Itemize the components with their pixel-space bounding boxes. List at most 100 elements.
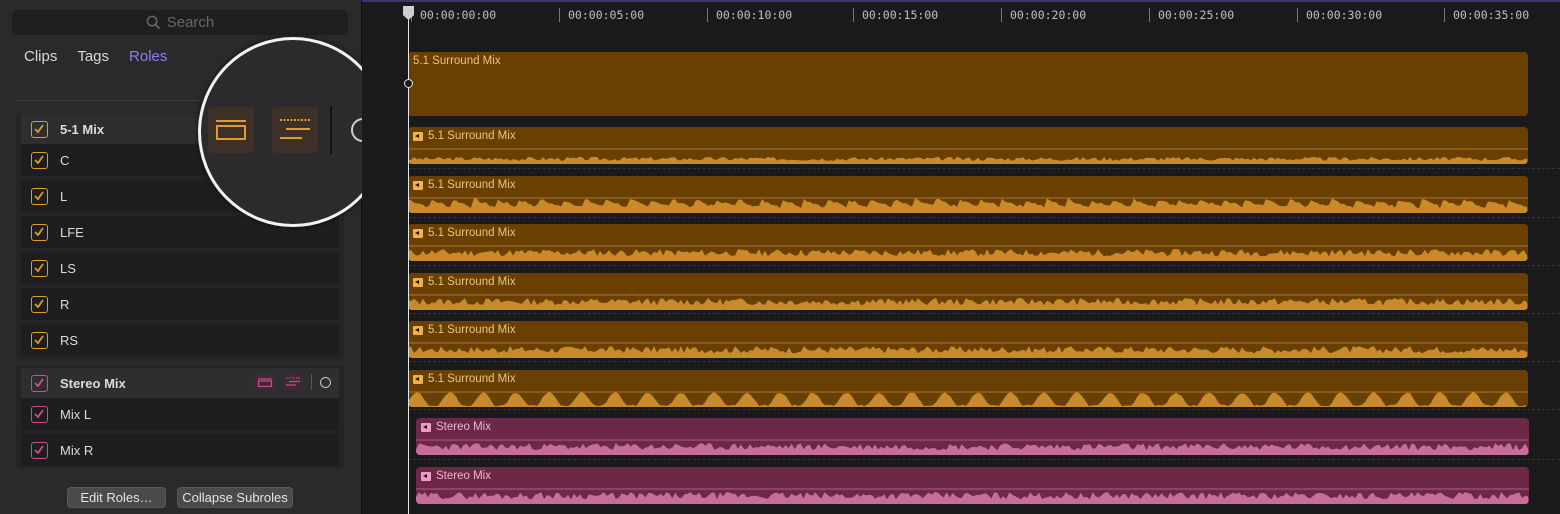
speaker-icon [413,131,423,141]
controls-divider [311,374,312,390]
audio-waveform [408,197,1528,213]
audio-waveform [416,439,1529,455]
show-audio-lane-button-zoomed[interactable] [208,107,254,153]
clip-name: 5.1 Surround Mix [428,227,516,239]
waveform-path [408,156,1528,164]
subrole-checkbox[interactable] [31,223,48,241]
checkmark-icon [34,262,44,272]
clip-label: 5.1 Surround Mix [413,227,516,239]
subrole-checkbox[interactable] [31,405,48,423]
role-name: Stereo Mix [60,375,126,391]
audio-waveform [408,391,1528,407]
subrole-name: R [60,296,70,312]
clip-label: 5.1 Surround Mix [413,130,516,142]
audio-waveform [408,294,1528,310]
show-subroles-button[interactable] [283,374,303,390]
subrole-name: Mix R [60,442,94,458]
collapse-subroles-button[interactable]: Collapse Subroles [177,487,293,508]
clip-label: 5.1 Surround Mix [413,55,501,67]
clip-name: 5.1 Surround Mix [428,179,516,191]
show-subroles-button-zoomed[interactable] [272,107,318,153]
ruler-tick: 00:00:00:00 [410,8,497,22]
audio-clip[interactable]: 5.1 Surround Mix [408,273,1528,310]
subrole-checkbox[interactable] [31,441,48,459]
subrole-row-mix-r[interactable]: Mix R [21,434,339,466]
audio-clip[interactable]: 5.1 Surround Mix [408,127,1528,164]
audio-clip[interactable]: 5.1 Surround Mix [408,370,1528,407]
subrole-checkbox[interactable] [31,151,48,169]
ruler-tick: 00:00:20:00 [1000,8,1087,22]
search-field[interactable]: Search [12,10,348,35]
subrole-checkbox[interactable] [31,259,48,277]
subrole-row-mix-l[interactable]: Mix L [21,398,339,430]
clip-label: 5.1 Surround Mix [413,179,516,191]
role-row-stereo-mix[interactable]: Stereo Mix [21,368,339,398]
ruler-tick: 00:00:15:00 [852,8,939,22]
clip-label: 5.1 Surround Mix [413,276,516,288]
checkmark-icon [34,226,44,236]
ruler-tick: 00:00:05:00 [558,8,645,22]
audio-waveform [408,245,1528,261]
lane-icon [216,120,246,140]
magnifier-divider [330,106,332,154]
timecode-ruler[interactable]: 00:00:00:00 00:00:05:00 00:00:10:00 00:0… [362,0,1560,28]
checkmark-icon [34,444,44,454]
audio-waveform [408,148,1528,164]
lane-divider [408,217,1560,218]
subrole-name: RS [60,332,79,348]
lane-divider [408,361,1560,362]
role-name: 5-1 Mix [60,121,105,137]
subrole-name: C [60,152,70,168]
tab-roles[interactable]: Roles [129,46,167,67]
ruler-tick: 00:00:35:00 [1443,8,1530,22]
audio-clip[interactable]: 5.1 Surround Mix [408,176,1528,213]
waveform-path [408,249,1528,261]
audio-clip[interactable]: Stereo Mix [416,418,1529,455]
audio-clip[interactable]: 5.1 Surround Mix [408,321,1528,358]
checkmark-icon [34,154,44,164]
focus-circle-icon[interactable] [320,376,331,388]
role-checkbox[interactable] [31,374,48,392]
clip-name: 5.1 Surround Mix [428,130,516,142]
lane-divider [408,168,1560,169]
waveform-path [408,346,1528,358]
compound-clip[interactable]: 5.1 Surround Mix [408,52,1528,116]
checkmark-icon [34,334,44,344]
checkmark-icon [34,123,44,133]
ruler-tick: 00:00:30:00 [1296,8,1383,22]
lane-divider [408,409,1560,410]
subrole-checkbox[interactable] [31,187,48,205]
clip-name: 5.1 Surround Mix [428,373,516,385]
clip-name: 5.1 Surround Mix [413,55,501,67]
roles-index-panel: Search Clips Tags Roles 5-1 Mix C L LFE … [0,0,388,514]
checkmark-icon [34,190,44,200]
search-placeholder: Search [166,14,215,31]
index-tabs: Clips Tags Roles [24,46,167,67]
waveform-path [408,391,1528,407]
audio-clip[interactable]: 5.1 Surround Mix [408,224,1528,261]
speaker-icon [413,228,423,238]
subrole-lanes-icon [286,377,300,386]
speaker-icon [421,471,431,481]
tab-clips[interactable]: Clips [24,46,57,67]
show-audio-lane-button[interactable] [255,374,275,390]
clip-name: 5.1 Surround Mix [428,276,516,288]
subrole-row-ls[interactable]: LS [21,252,339,284]
audio-waveform [416,488,1529,504]
edit-roles-button[interactable]: Edit Roles… [67,487,166,508]
subrole-row-rs[interactable]: RS [21,324,339,356]
checkmark-icon [34,298,44,308]
tab-tags[interactable]: Tags [77,46,109,67]
search-icon [146,15,160,30]
speaker-icon [413,277,423,287]
clip-label: 5.1 Surround Mix [413,324,516,336]
subrole-checkbox[interactable] [31,331,48,349]
subrole-row-r[interactable]: R [21,288,339,320]
timeline[interactable]: 00:00:00:00 00:00:05:00 00:00:10:00 00:0… [362,0,1560,514]
subrole-name: L [60,188,68,204]
speaker-icon [421,422,431,432]
role-group-stereo-mix: Stereo Mix Mix L Mix R [16,366,344,468]
audio-clip[interactable]: Stereo Mix [416,467,1529,504]
subrole-checkbox[interactable] [31,295,48,313]
role-checkbox[interactable] [31,120,48,138]
